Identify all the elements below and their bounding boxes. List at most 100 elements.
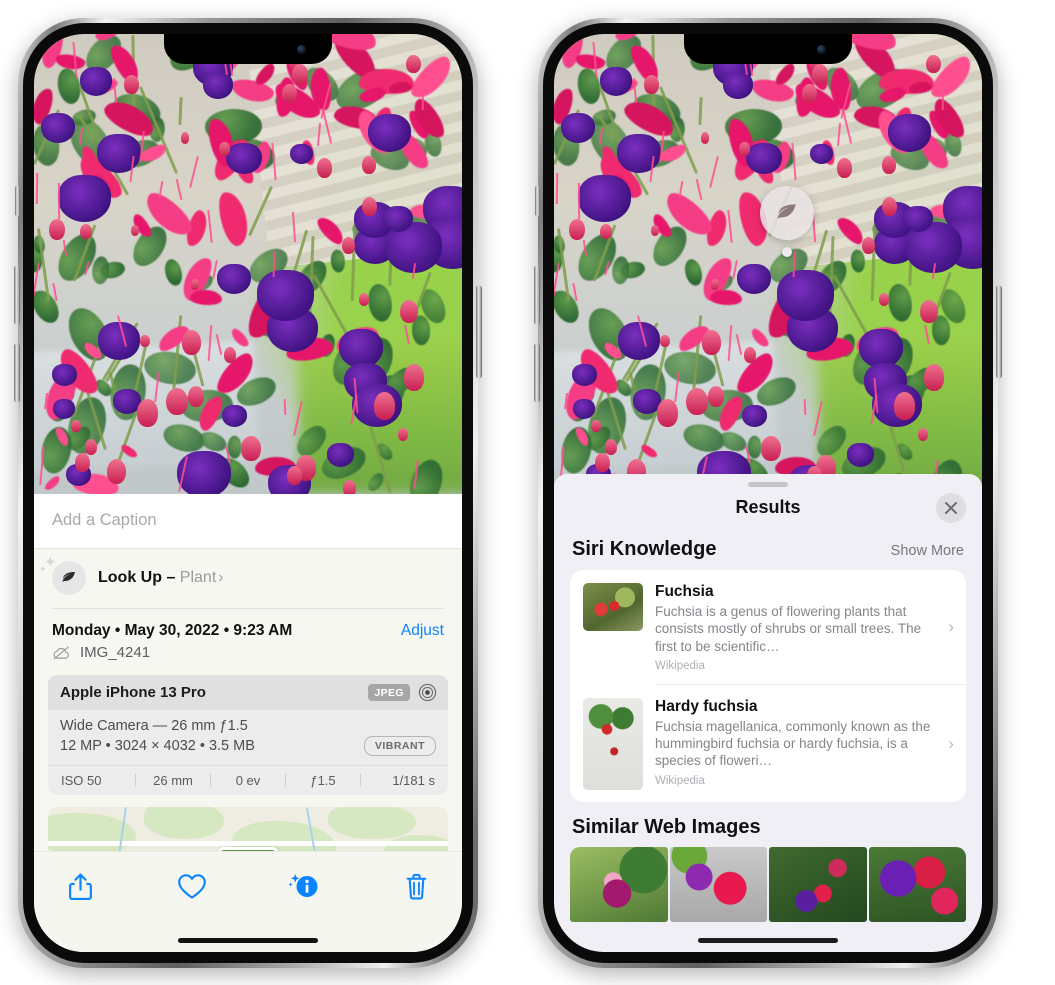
exif-stat: 26 mm: [153, 773, 193, 788]
screen-left: Add a Caption ✦ ✦ Look Up – Plant › Mond…: [34, 34, 462, 952]
photo-bud: [862, 236, 876, 255]
web-image-thumbnail[interactable]: [570, 846, 668, 922]
look-up-row[interactable]: ✦ ✦ Look Up – Plant ›: [34, 549, 462, 608]
photo-corolla: [52, 399, 75, 419]
notch-left: [164, 34, 332, 64]
photo-bud: [926, 54, 941, 74]
leaf-icon: ✦ ✦: [39, 555, 86, 595]
share-button[interactable]: [60, 866, 100, 906]
photo-bud: [605, 439, 618, 456]
photo-bud: [71, 419, 81, 433]
look-up-title: Look Up: [98, 569, 162, 586]
photo-corolla: [572, 363, 598, 386]
volume-up-button-right[interactable]: [534, 266, 540, 324]
siri-knowledge-card: Fuchsia Fuchsia is a genus of flowering p…: [570, 570, 966, 802]
photo-corolla: [887, 114, 931, 153]
show-more-button[interactable]: Show More: [891, 543, 964, 559]
share-icon: [68, 873, 92, 900]
photo-bud: [182, 330, 202, 355]
web-image-thumbnail[interactable]: [769, 846, 867, 922]
photo-bud: [358, 293, 369, 307]
web-image-thumbnail[interactable]: [868, 846, 966, 922]
photo-bud: [569, 219, 586, 241]
photo-bud: [920, 299, 939, 324]
delete-button[interactable]: [396, 866, 436, 906]
photo-stamen: [803, 399, 806, 416]
photo-bud: [361, 197, 377, 217]
chevron-right-icon: ›: [218, 569, 224, 586]
photo-bud: [373, 391, 396, 420]
close-button[interactable]: [936, 493, 966, 523]
icloud-slash-icon: [53, 646, 69, 659]
photo-corolla: [326, 442, 355, 468]
adjust-button[interactable]: Adjust: [401, 622, 444, 640]
knowledge-thumbnail: [583, 697, 643, 790]
silent-switch-left[interactable]: [15, 186, 20, 216]
knowledge-thumbnail: [583, 583, 643, 631]
photo-bud: [400, 299, 419, 324]
favorite-button[interactable]: [172, 866, 212, 906]
photo-corolla: [572, 399, 595, 419]
photo-corolla: [617, 322, 660, 360]
photo-corolla: [561, 113, 595, 143]
photo-corolla: [256, 270, 315, 321]
knowledge-body: Hardy fuchsia Fuchsia magellanica, common…: [655, 698, 932, 787]
caption-input[interactable]: Add a Caption: [52, 511, 444, 530]
photo-toolbar: [34, 851, 462, 952]
volume-down-button-left[interactable]: [14, 344, 20, 402]
trash-icon: [406, 873, 426, 899]
photo-bud: [837, 157, 853, 178]
photo-viewer-results[interactable]: [554, 34, 982, 494]
photo-bud: [644, 75, 659, 95]
visual-lookup-badge[interactable]: [760, 186, 814, 240]
volume-up-button-left[interactable]: [14, 266, 20, 324]
photo-bud: [594, 452, 610, 473]
notch-right: [684, 34, 852, 64]
photo-bud: [74, 452, 90, 473]
photo-bud: [404, 364, 425, 391]
photo-bud: [166, 387, 188, 416]
photo-bud: [660, 335, 670, 348]
exif-spec-row: 12 MP • 3024 × 4032 • 3.5 MB VIBRANT: [60, 736, 436, 756]
photo-bud: [80, 223, 93, 240]
photo-stamen: [35, 172, 39, 205]
photo-bud: [878, 293, 889, 307]
photo-stamen: [57, 183, 61, 220]
caption-row[interactable]: Add a Caption: [34, 494, 462, 549]
photo-bud: [686, 387, 708, 416]
results-title: Results: [735, 497, 801, 517]
photo-bud: [124, 75, 139, 95]
power-button-right[interactable]: [996, 286, 1002, 378]
visual-lookup-anchor-dot: [782, 247, 792, 257]
front-camera: [297, 45, 306, 54]
siri-knowledge-title: Siri Knowledge: [572, 538, 717, 560]
home-indicator-left[interactable]: [178, 938, 318, 943]
photo-stamen: [283, 399, 286, 416]
info-button[interactable]: [284, 866, 324, 906]
knowledge-row[interactable]: Hardy fuchsia Fuchsia magellanica, common…: [570, 685, 966, 802]
volume-down-button-right[interactable]: [534, 344, 540, 402]
photo-bud: [406, 54, 421, 74]
silent-switch-right[interactable]: [535, 186, 540, 216]
photo-bud: [342, 236, 356, 255]
exif-badges: JPEG: [368, 683, 437, 702]
photo-info-sheet: Add a Caption ✦ ✦ Look Up – Plant › Mond…: [34, 494, 462, 952]
photo-stamen: [577, 183, 581, 220]
photo-bud: [893, 391, 916, 420]
knowledge-title: Fuchsia: [655, 583, 714, 600]
home-indicator-right[interactable]: [698, 938, 838, 943]
exif-stats-row: ISO 50 26 mm 0 ev ƒ1.5 1/181 s: [48, 765, 448, 795]
photo-bud: [917, 427, 928, 441]
exif-stat: ƒ1.5: [310, 773, 336, 788]
photo-corolla: [226, 143, 262, 175]
photo-bud: [187, 385, 205, 408]
photo-bud: [180, 132, 190, 144]
photo-bud: [107, 458, 127, 484]
power-button-left[interactable]: [476, 286, 482, 378]
photo-bud: [190, 278, 200, 291]
knowledge-row[interactable]: Fuchsia Fuchsia is a genus of flowering p…: [570, 570, 966, 684]
filename-row: IMG_4241: [34, 642, 462, 671]
exif-spec-line: 12 MP • 3024 × 4032 • 3.5 MB: [60, 738, 255, 754]
photo-viewer[interactable]: [34, 34, 462, 494]
web-image-thumbnail[interactable]: [669, 846, 767, 922]
